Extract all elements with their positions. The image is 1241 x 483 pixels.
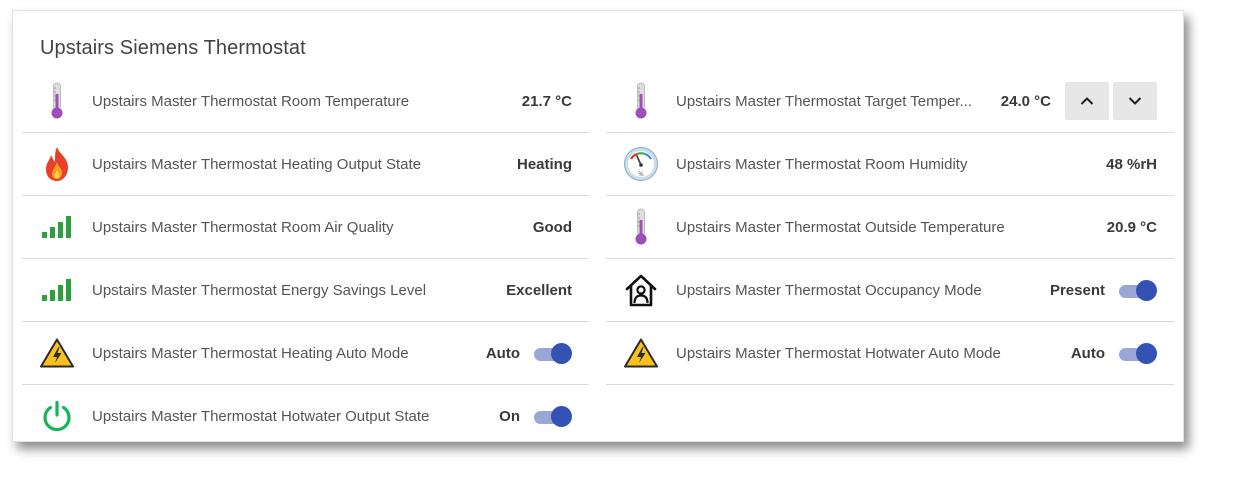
entity-value: On: [499, 407, 520, 425]
thermostat-card: Upstairs Siemens Thermostat Upstairs Mas…: [12, 10, 1184, 442]
entity-row-room-temperature[interactable]: Upstairs Master Thermostat Room Temperat…: [22, 70, 589, 133]
chevron-up-icon: [1080, 97, 1094, 105]
entity-value: 20.9 °C: [1106, 218, 1157, 236]
hygrometer-icon: %: [612, 144, 670, 184]
entity-label: Upstairs Master Thermostat Energy Saving…: [92, 281, 427, 299]
entity-row-room-air-quality[interactable]: Upstairs Master Thermostat Room Air Qual…: [22, 196, 589, 259]
entity-row-heating-output-state[interactable]: Upstairs Master Thermostat Heating Outpu…: [22, 133, 589, 196]
entity-value: Present: [1049, 281, 1105, 299]
entity-label: Upstairs Master Thermostat Target Temper…: [676, 92, 972, 110]
entity-value: Good: [532, 218, 572, 236]
entity-value: Heating: [516, 155, 572, 173]
flame-icon: [28, 144, 86, 184]
decrease-temperature-button[interactable]: [1113, 82, 1157, 120]
chevron-down-icon: [1128, 97, 1142, 105]
entity-label: Upstairs Master Thermostat Room Air Qual…: [92, 218, 394, 236]
entity-row-hotwater-auto-mode[interactable]: Upstairs Master Thermostat Hotwater Auto…: [606, 322, 1174, 385]
occupancy-mode-toggle[interactable]: [1117, 280, 1157, 301]
entity-row-occupancy-mode[interactable]: Upstairs Master Thermostat Occupancy Mod…: [606, 259, 1174, 322]
high-voltage-icon: [612, 333, 670, 373]
entity-label: Upstairs Master Thermostat Outside Tempe…: [676, 218, 1005, 236]
increase-temperature-button[interactable]: [1065, 82, 1109, 120]
entity-row-target-temperature[interactable]: Upstairs Master Thermostat Target Temper…: [606, 70, 1174, 133]
thermometer-icon: [612, 207, 670, 247]
entity-label: Upstairs Master Thermostat Hotwater Outp…: [92, 407, 430, 425]
entity-label: Upstairs Master Thermostat Room Temperat…: [92, 92, 410, 110]
entity-row-heating-auto-mode[interactable]: Upstairs Master Thermostat Heating Auto …: [22, 322, 589, 385]
entity-label: Upstairs Master Thermostat Heating Outpu…: [92, 155, 422, 173]
entity-value: 48 %rH: [1106, 155, 1157, 173]
target-temperature-stepper: [1061, 82, 1157, 120]
entity-row-energy-savings-level[interactable]: Upstairs Master Thermostat Energy Saving…: [22, 259, 589, 322]
left-column: Upstairs Master Thermostat Room Temperat…: [22, 70, 589, 447]
entity-value: Auto: [1070, 344, 1105, 362]
entity-value: 24.0 °C: [1000, 92, 1051, 110]
svg-text:%: %: [638, 171, 644, 178]
thermometer-icon: [612, 81, 670, 121]
house-person-icon: [612, 270, 670, 310]
entity-value: Excellent: [506, 281, 572, 299]
power-icon: [28, 396, 86, 436]
entity-label: Upstairs Master Thermostat Heating Auto …: [92, 344, 409, 362]
signal-bars-icon: [28, 207, 86, 247]
entity-value: Auto: [485, 344, 520, 362]
hotwater-output-toggle[interactable]: [532, 406, 572, 427]
entity-row-outside-temperature[interactable]: Upstairs Master Thermostat Outside Tempe…: [606, 196, 1174, 259]
entity-label: Upstairs Master Thermostat Hotwater Auto…: [676, 344, 1001, 362]
high-voltage-icon: [28, 333, 86, 373]
entity-label: Upstairs Master Thermostat Occupancy Mod…: [676, 281, 982, 299]
thermometer-icon: [28, 81, 86, 121]
entity-label: Upstairs Master Thermostat Room Humidity: [676, 155, 968, 173]
card-title: Upstairs Siemens Thermostat: [40, 37, 306, 59]
entity-value: 21.7 °C: [521, 92, 572, 110]
signal-bars-icon: [28, 270, 86, 310]
entity-row-hotwater-output-state[interactable]: Upstairs Master Thermostat Hotwater Outp…: [22, 385, 589, 447]
heating-auto-mode-toggle[interactable]: [532, 343, 572, 364]
right-column: Upstairs Master Thermostat Target Temper…: [606, 70, 1174, 385]
entity-row-room-humidity[interactable]: % Upstairs Master Thermostat Room Humidi…: [606, 133, 1174, 196]
hotwater-auto-mode-toggle[interactable]: [1117, 343, 1157, 364]
